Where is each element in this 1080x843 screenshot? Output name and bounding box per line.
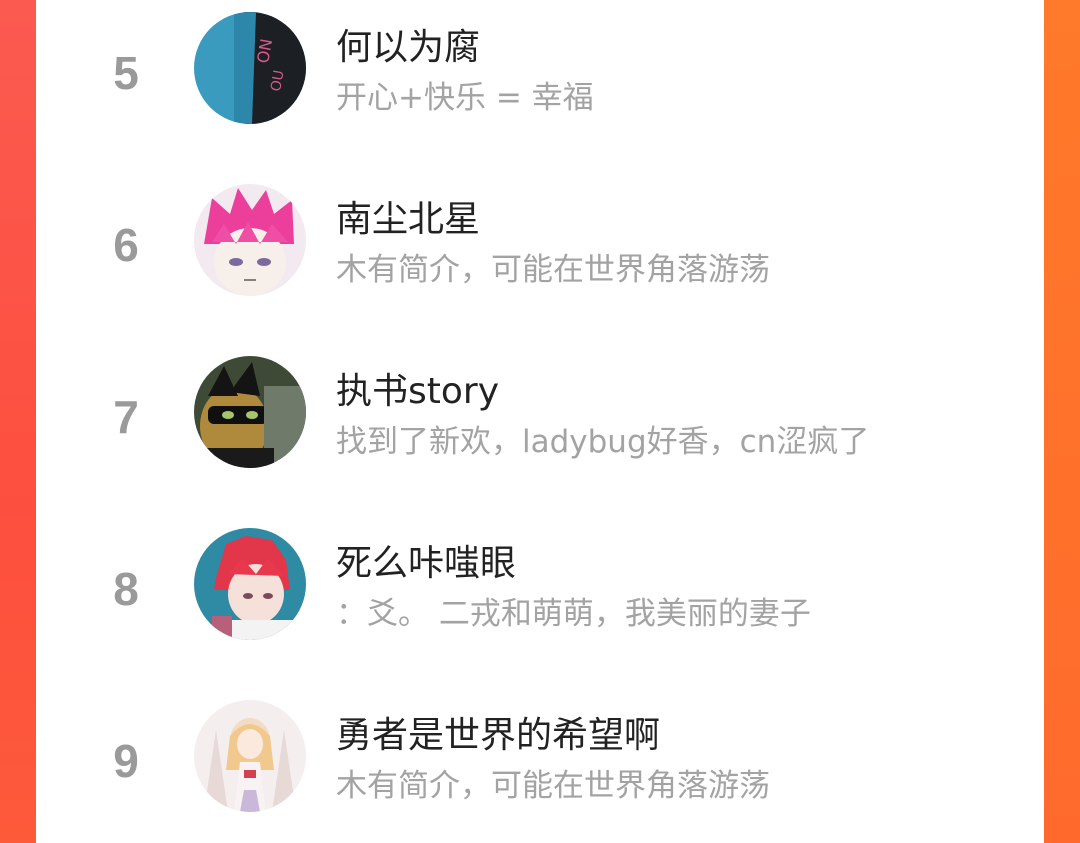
user-name: 死么咔嗤眼 — [336, 543, 517, 584]
user-avatar[interactable]: ON OU — [194, 12, 306, 124]
rank-number: 7 — [113, 391, 139, 443]
ranking-item-9[interactable]: 9 勇者是世界的希望啊 木有简介，可能在世界角落游荡 — [36, 688, 1044, 843]
ranking-item-5[interactable]: 5 ON OU 何以为腐 开心+快乐 = 幸福 — [36, 0, 1044, 172]
user-avatar[interactable] — [194, 528, 306, 640]
left-orange-border — [0, 0, 36, 843]
user-description: 木有简介，可能在世界角落游荡 — [336, 768, 770, 804]
rank-number: 8 — [113, 563, 139, 615]
user-name: 执书story — [336, 371, 500, 412]
ranking-item-6[interactable]: 6 南尘北星 木有简介，可能在世界角落游荡 — [36, 172, 1044, 344]
user-name: 南尘北星 — [336, 199, 481, 240]
rank-number: 6 — [113, 219, 139, 271]
user-avatar[interactable] — [194, 184, 306, 296]
rank-number: 9 — [113, 735, 139, 787]
user-avatar[interactable] — [194, 700, 306, 812]
ranking-item-7[interactable]: 7 执书story 找到了新欢，ladybug好香，cn涩疯了 — [36, 344, 1044, 516]
ranking-list: 5 ON OU 何以为腐 开心+快乐 = 幸福 6 南尘北星 木有简介，可能在世… — [36, 0, 1044, 843]
user-description: 找到了新欢，ladybug好香，cn涩疯了 — [336, 424, 870, 460]
user-description: 开心+快乐 = 幸福 — [336, 80, 594, 116]
user-name: 何以为腐 — [336, 27, 481, 68]
user-name: 勇者是世界的希望啊 — [336, 715, 661, 756]
user-description: ：爻。 二戎和萌萌，我美丽的妻子 — [336, 596, 811, 632]
user-avatar[interactable] — [194, 356, 306, 468]
rank-number: 5 — [113, 47, 139, 99]
right-orange-border — [1044, 0, 1080, 843]
user-description: 木有简介，可能在世界角落游荡 — [336, 252, 770, 288]
ranking-item-8[interactable]: 8 死么咔嗤眼 ：爻。 二戎和萌萌，我美丽的妻子 — [36, 516, 1044, 688]
